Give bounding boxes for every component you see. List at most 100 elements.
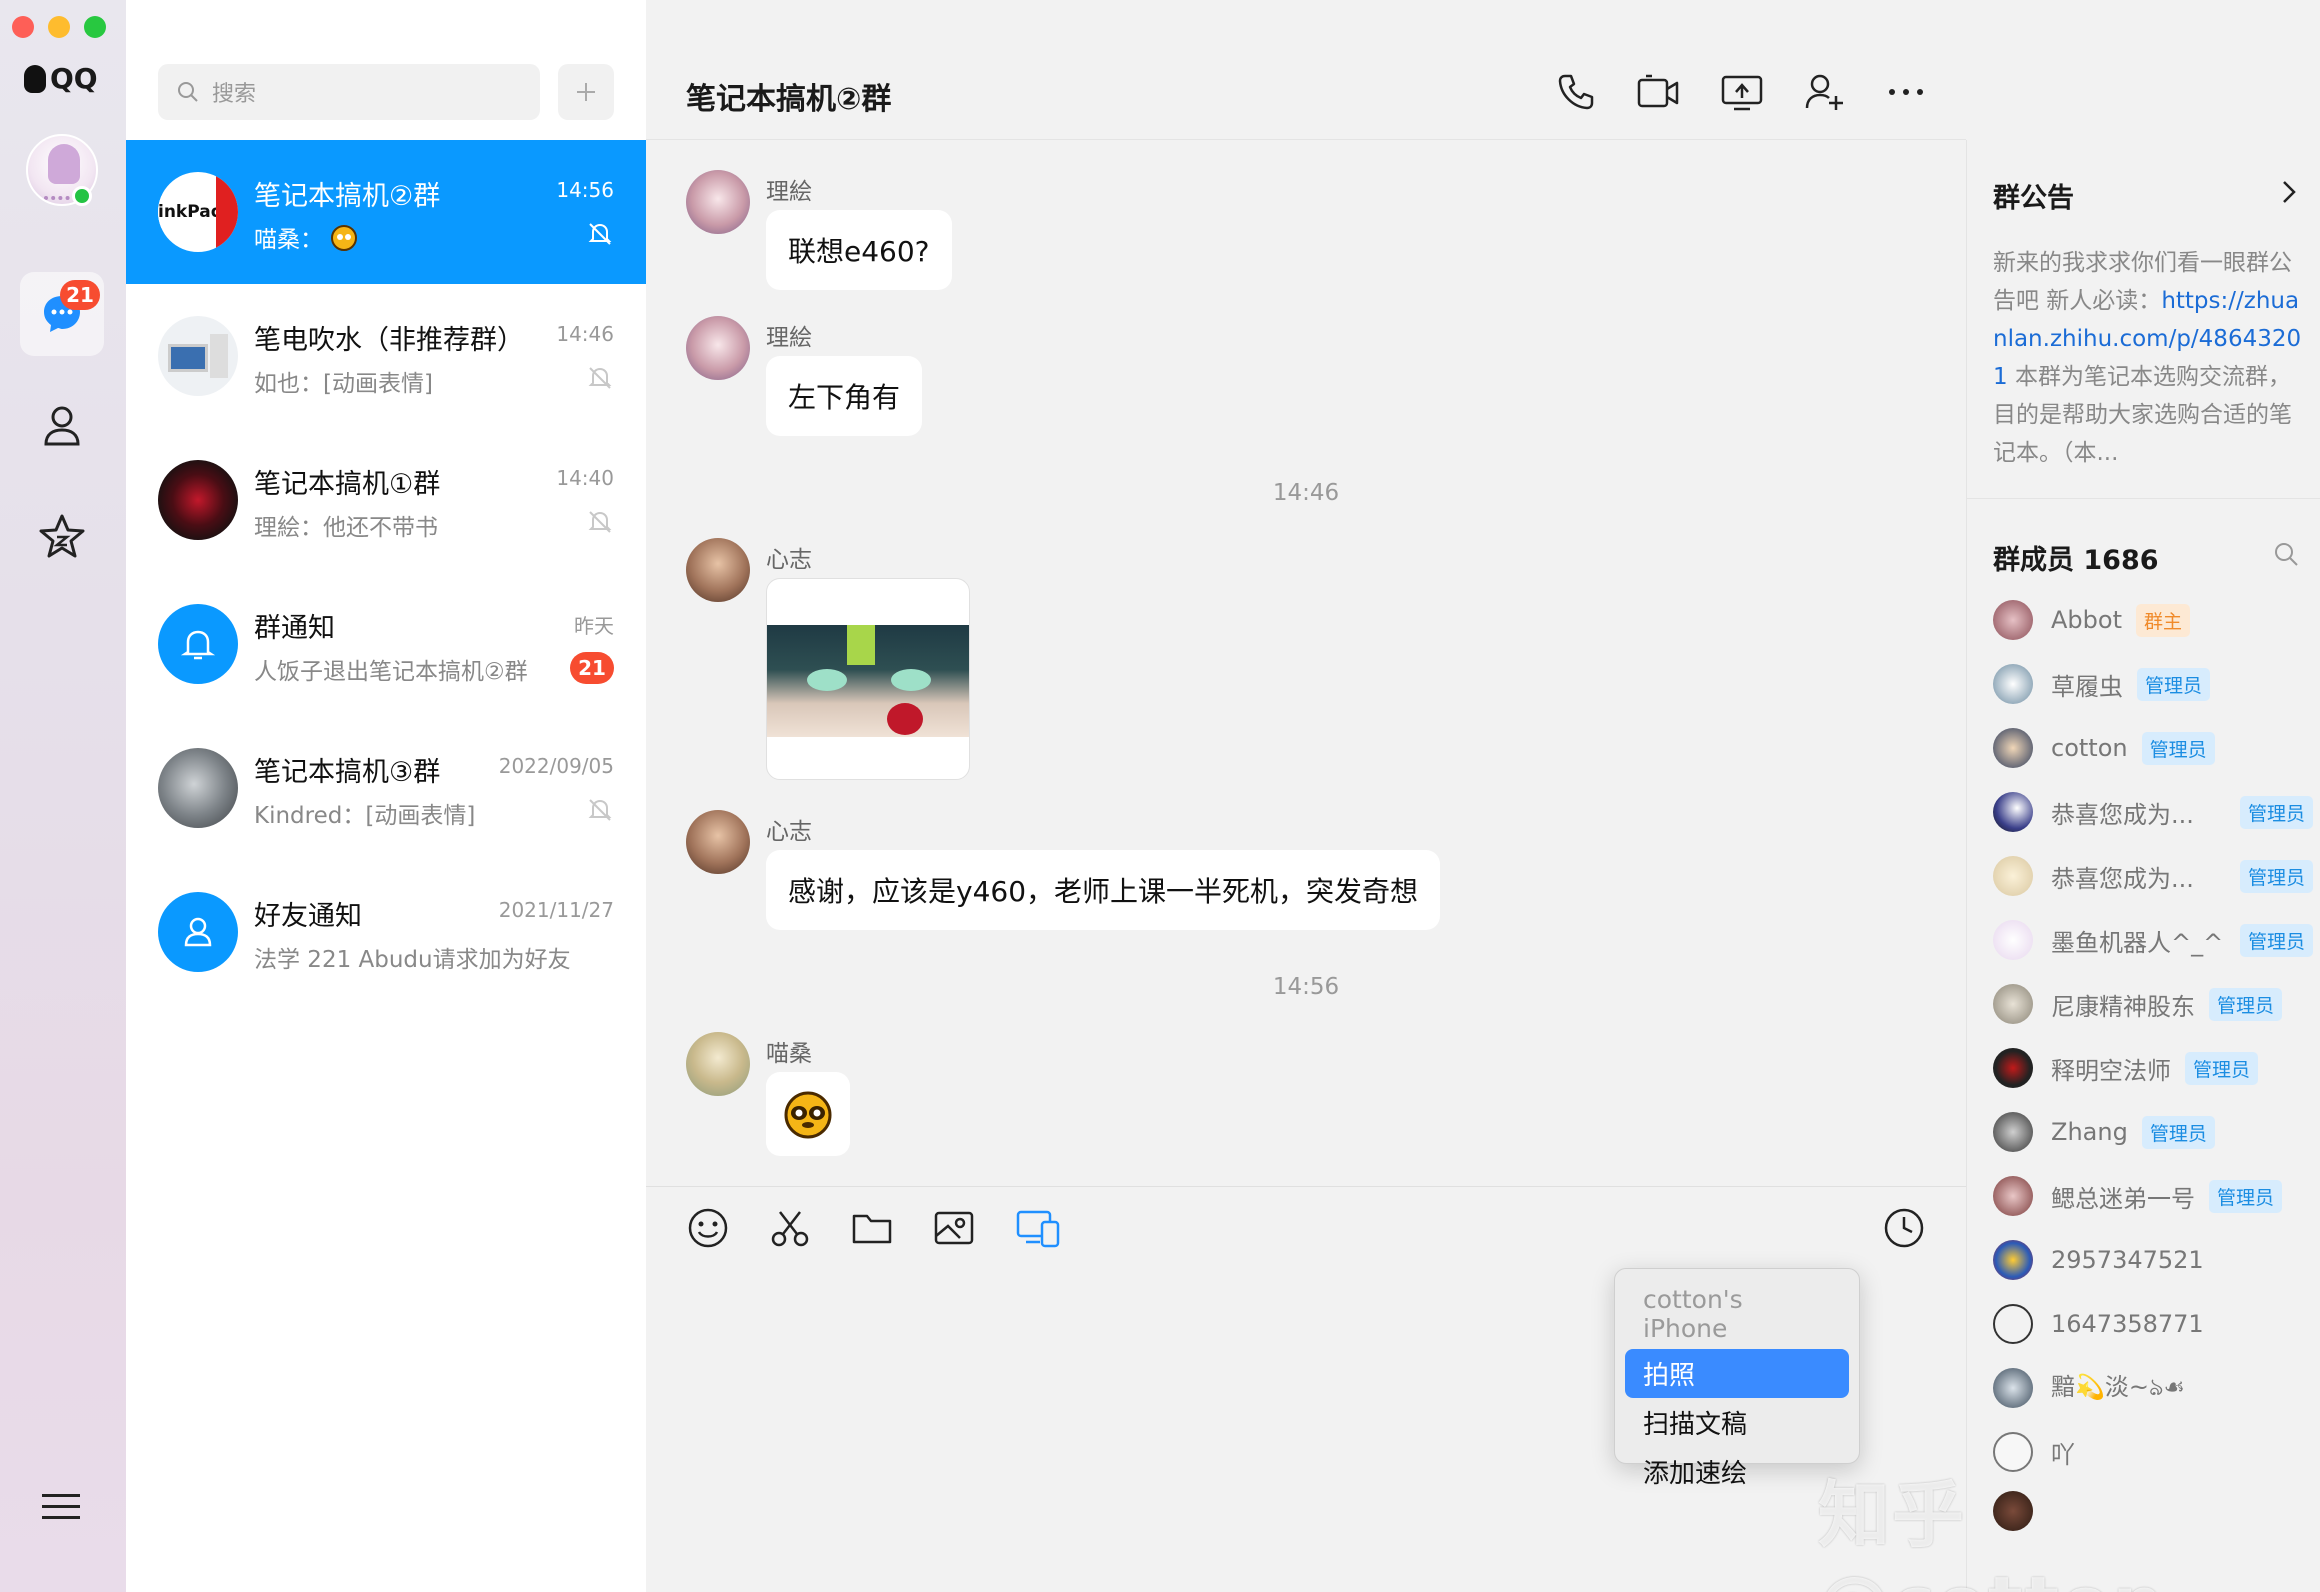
sender-avatar[interactable]	[686, 810, 750, 874]
member-item[interactable]: 1647358771	[1993, 1299, 2313, 1349]
input-divider	[646, 1186, 1966, 1187]
menu-item-add-sketch[interactable]: 添加速绘	[1625, 1447, 1849, 1496]
chevron-right-icon	[2283, 181, 2296, 203]
conversation-preview: 喵桑：	[254, 220, 359, 254]
member-item[interactable]: 2957347521	[1993, 1235, 2313, 1285]
member-item[interactable]: Zhang 管理员	[1993, 1107, 2313, 1157]
contacts-icon	[44, 406, 80, 446]
search-icon	[178, 82, 198, 102]
user-icon	[184, 917, 212, 947]
online-status-dot	[72, 186, 92, 206]
menu-item-take-photo[interactable]: 拍照	[1625, 1349, 1849, 1398]
nav-contacts[interactable]	[20, 384, 104, 468]
member-name: 墨鱼机器人^_^	[2051, 928, 2224, 957]
member-item[interactable]: 黯💫淡~ঌ☙	[1993, 1363, 2313, 1413]
member-item[interactable]: 草履虫 管理员	[1993, 659, 2313, 709]
sender-avatar[interactable]	[686, 1032, 750, 1096]
conversation-time: 14:56	[556, 178, 614, 202]
emoji-icon[interactable]	[686, 1206, 730, 1250]
sticker-message[interactable]	[766, 1072, 850, 1156]
image-icon[interactable]	[932, 1206, 976, 1250]
conversation-avatar	[158, 748, 238, 828]
notice-content[interactable]: 新来的我求求你们看一眼群公告吧 新人必读：https://zhuanlan.zh…	[1993, 244, 2303, 472]
admin-tag: 管理员	[2209, 987, 2283, 1021]
conversation-name: 笔记本搞机①群	[254, 469, 441, 500]
conversation-item[interactable]: inkPad 笔记本搞机②群 喵桑： 14:56	[126, 140, 646, 284]
conversation-name: 群通知	[254, 613, 335, 644]
app-name: QQ	[50, 62, 98, 95]
conversation-name: 笔电吹水（非推荐群）	[254, 325, 524, 356]
continuity-camera-icon[interactable]	[1014, 1206, 1062, 1250]
member-avatar	[1993, 728, 2033, 768]
admin-tag: 管理员	[2239, 795, 2313, 829]
notice-expand-button[interactable]	[2276, 178, 2300, 210]
member-item[interactable]: 墨鱼机器人^_^ 管理员	[1993, 915, 2313, 965]
chat-header: 笔记本搞机②群	[646, 0, 1966, 140]
clock-icon	[1884, 1208, 1924, 1248]
member-item[interactable]: 恭喜您成为... 管理员	[1993, 787, 2313, 837]
conversation-name: 好友通知	[254, 901, 362, 932]
admin-tag: 管理员	[2239, 923, 2313, 957]
conversation-item[interactable]: 笔电吹水（非推荐群） 如也：[动画表情] 14:46	[126, 284, 646, 428]
member-name: 释明空法师	[2051, 1056, 2171, 1085]
conversation-item[interactable]: 笔记本搞机③群 Kindred：[动画表情] 2022/09/05	[126, 716, 646, 860]
member-item[interactable]: Abbot 群主	[1993, 595, 2313, 645]
nav-messages[interactable]: 21	[20, 272, 104, 356]
search-placeholder: 搜索	[212, 82, 257, 107]
menu-item-scan-documents[interactable]: 扫描文稿	[1625, 1398, 1849, 1447]
group-info-panel: 群公告 新来的我求求你们看一眼群公告吧 新人必读：https://zhuanla…	[1966, 140, 2320, 1592]
history-button[interactable]	[1882, 1206, 1926, 1254]
conversation-item[interactable]: 笔记本搞机①群 理絵：他还不带书 14:40	[126, 428, 646, 572]
image-message[interactable]	[766, 578, 970, 780]
member-item[interactable]: 恭喜您成为... 管理员	[1993, 851, 2313, 901]
members-title: 群成员 1686	[1993, 545, 2159, 576]
member-item[interactable]: cotton 管理员	[1993, 723, 2313, 773]
owner-tag: 群主	[2135, 603, 2190, 637]
more-icon[interactable]	[1886, 72, 1926, 112]
conversation-list: 搜索 inkPad 笔记本搞机②群 喵桑： 14:56 笔电吹水（非推荐群） 如…	[126, 0, 646, 1592]
create-button[interactable]	[558, 64, 614, 120]
message-bubble[interactable]: 左下角有	[766, 356, 923, 436]
minimize-window-button[interactable]	[48, 16, 70, 38]
menu-device-header: cotton's iPhone	[1643, 1285, 1743, 1343]
message-timestamp: 14:56	[1272, 974, 1340, 1000]
sender-avatar[interactable]	[686, 316, 750, 380]
message-bubble[interactable]: 联想e460?	[766, 210, 952, 290]
main-menu-button[interactable]	[40, 1492, 82, 1526]
sender-avatar[interactable]	[686, 538, 750, 602]
notice-title: 群公告	[1993, 183, 2074, 214]
member-name: 黯💫淡~ঌ☙	[2051, 1373, 2185, 1401]
conversation-preview: 理絵：他还不带书	[254, 515, 438, 541]
member-name: Zhang	[2051, 1118, 2128, 1146]
screenshot-scissors-icon[interactable]	[768, 1206, 812, 1250]
voice-call-icon[interactable]	[1556, 72, 1596, 112]
screen-share-icon[interactable]	[1720, 72, 1764, 112]
mute-icon	[586, 796, 614, 828]
member-name: 尼康精神股东	[2051, 992, 2195, 1021]
conversation-avatar	[158, 892, 238, 972]
member-avatar	[1993, 664, 2033, 704]
admin-tag: 管理员	[2185, 1051, 2259, 1085]
continuity-camera-menu: cotton's iPhone 拍照 扫描文稿 添加速绘	[1614, 1268, 1860, 1489]
member-name: Abbot	[2051, 606, 2122, 634]
video-call-icon[interactable]	[1636, 72, 1680, 112]
member-item[interactable]: 鳃总迷弟一号 管理员	[1993, 1171, 2313, 1221]
conversation-preview: 法学 221 Abudu请求加为好友	[254, 947, 571, 973]
member-item[interactable]: 释明空法师 管理员	[1993, 1043, 2313, 1093]
window-controls	[12, 16, 106, 38]
member-item[interactable]: 尼康精神股东 管理员	[1993, 979, 2313, 1029]
add-member-icon[interactable]	[1804, 72, 1846, 112]
conversation-item[interactable]: 群通知 人饭子退出笔记本搞机②群 昨天 21	[126, 572, 646, 716]
search-box[interactable]: 搜索	[158, 64, 540, 120]
zoom-window-button[interactable]	[84, 16, 106, 38]
folder-icon[interactable]	[850, 1206, 894, 1250]
conversation-avatar	[158, 604, 238, 684]
close-window-button[interactable]	[12, 16, 34, 38]
members-search-button[interactable]	[2272, 540, 2300, 572]
admin-tag: 管理员	[2141, 731, 2215, 765]
message-bubble[interactable]: 感谢，应该是y460，老师上课一半死机，突发奇想	[766, 850, 1441, 930]
nav-favorites[interactable]	[20, 494, 104, 578]
member-name: 2957347521	[2051, 1246, 2204, 1274]
sender-avatar[interactable]	[686, 170, 750, 234]
conversation-item[interactable]: 好友通知 法学 221 Abudu请求加为好友 2021/11/27	[126, 860, 646, 1004]
